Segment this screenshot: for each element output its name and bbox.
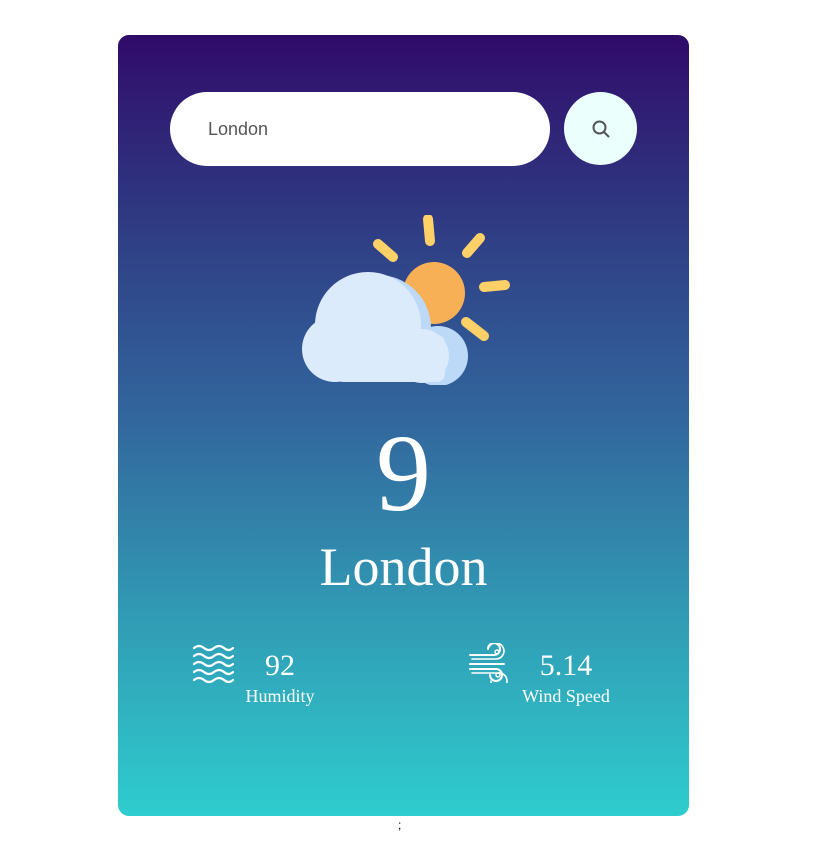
humidity-label: Humidity	[245, 686, 315, 706]
humidity-waves-icon	[192, 644, 234, 683]
city-name: London	[319, 537, 488, 597]
wind-icon	[469, 643, 508, 683]
partly-cloudy-icon	[302, 215, 510, 385]
weather-card: 9 London 92 Humidity 5.14 Wind Speed	[118, 35, 689, 816]
footer-mark: ;	[398, 818, 402, 832]
search-input[interactable]	[170, 92, 550, 166]
wind-speed-value: 5.14	[539, 649, 593, 682]
temperature: 9	[376, 412, 431, 534]
wind-speed-label: Wind Speed	[522, 686, 610, 706]
search-button[interactable]	[564, 92, 637, 165]
humidity-stat: 92 Humidity	[192, 641, 352, 711]
search-icon	[592, 120, 609, 137]
humidity-value: 92	[265, 649, 295, 682]
wind-stat: 5.14 Wind Speed	[468, 641, 648, 711]
